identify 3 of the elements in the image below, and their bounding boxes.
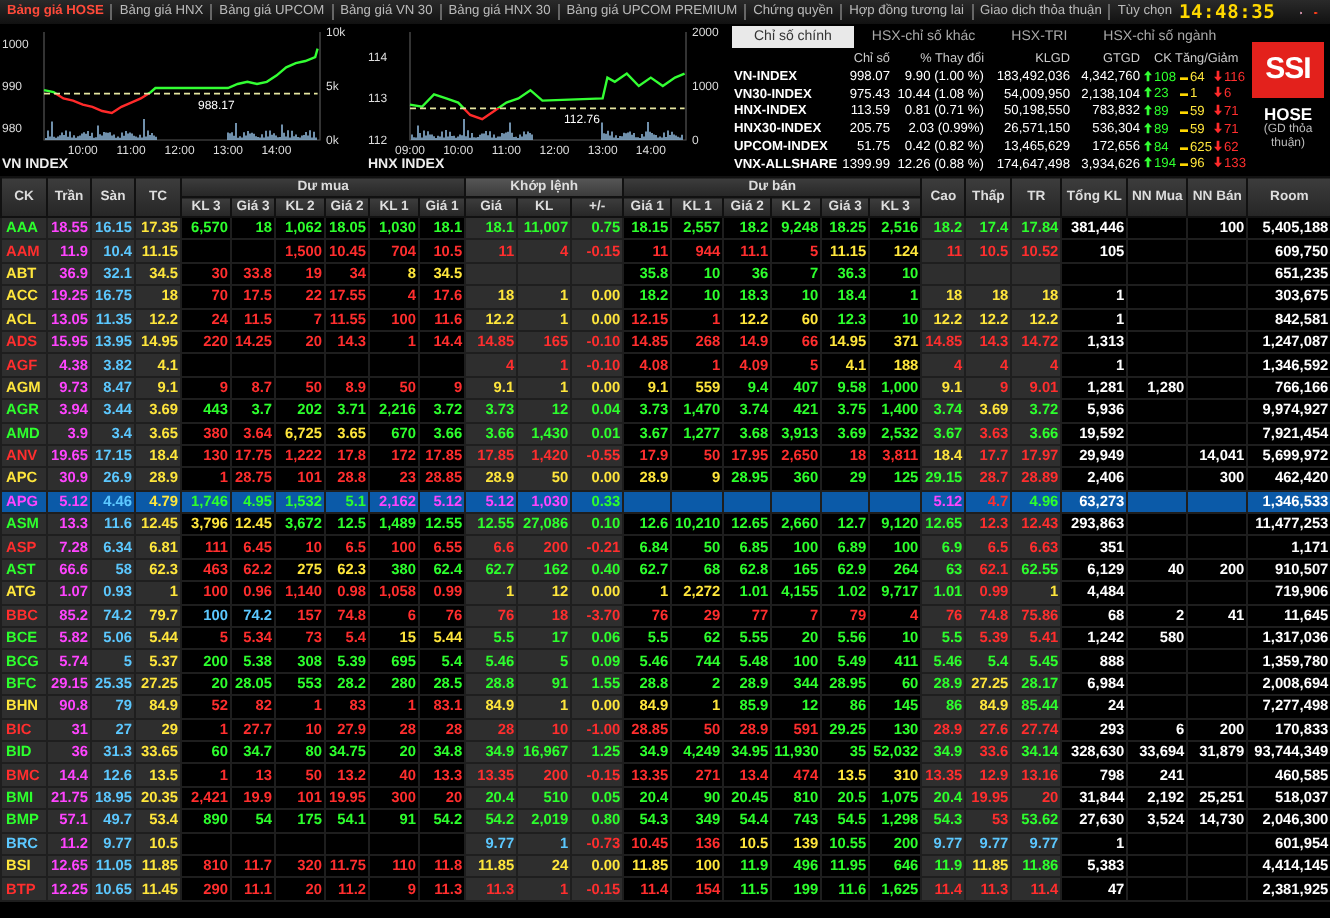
logo-badge: SSI [1252,42,1324,98]
exchange-label: HOSE [1263,104,1313,124]
clock: 14:48:35 [1179,1,1276,23]
